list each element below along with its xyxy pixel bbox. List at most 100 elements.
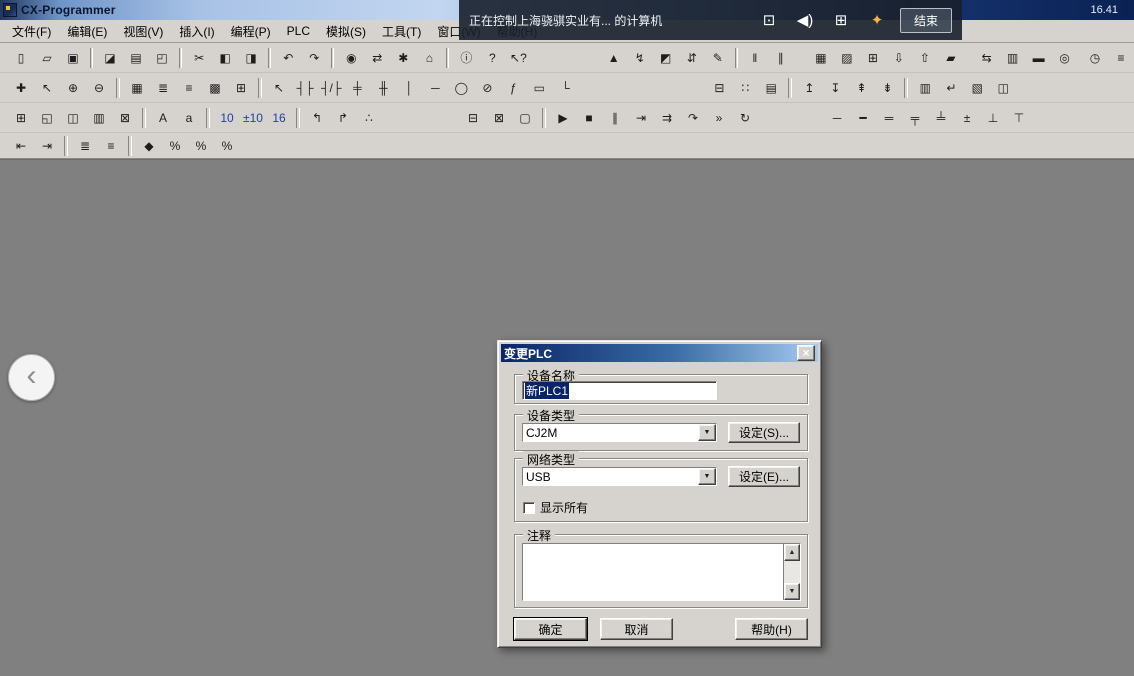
scroll-down-icon[interactable]: ▼ bbox=[784, 583, 800, 600]
undo-icon[interactable]: ↶ bbox=[276, 48, 300, 68]
cross-reference-icon[interactable]: ⇆ bbox=[975, 48, 999, 68]
zoom-in-icon[interactable]: ⊕ bbox=[61, 78, 85, 98]
help-topics-icon[interactable]: ? bbox=[480, 48, 504, 68]
new-coil-icon[interactable]: ◯ bbox=[449, 78, 473, 98]
outdent-rung-icon[interactable]: ⇤ bbox=[9, 136, 33, 156]
copy-icon[interactable]: ◧ bbox=[213, 48, 237, 68]
rung-top-icon[interactable]: ╤ bbox=[903, 108, 927, 128]
menu-item-tools[interactable]: 工具(T) bbox=[374, 20, 429, 43]
step-over-icon[interactable]: ↷ bbox=[681, 108, 705, 128]
thick-line-icon[interactable]: ━ bbox=[851, 108, 875, 128]
window-float-icon[interactable]: ⊞ bbox=[9, 108, 33, 128]
dialog-close-button[interactable]: × bbox=[797, 345, 815, 361]
new-project-icon[interactable]: ▯ bbox=[9, 48, 33, 68]
font-large-icon[interactable]: A bbox=[151, 108, 175, 128]
pause-icon[interactable]: ‖ bbox=[743, 48, 767, 68]
function-block-icon[interactable]: ▭ bbox=[527, 78, 551, 98]
pause-simulation-icon[interactable]: ∥ bbox=[603, 108, 627, 128]
new-closed-coil-icon[interactable]: ⊘ bbox=[475, 78, 499, 98]
paste-icon[interactable]: ◨ bbox=[239, 48, 263, 68]
thin-line-icon[interactable]: ─ bbox=[825, 108, 849, 128]
menu-item-edit[interactable]: 编辑(E) bbox=[59, 20, 115, 43]
display-hex-icon[interactable]: 16 bbox=[267, 108, 291, 128]
pause-monitor-icon[interactable]: ∥ bbox=[769, 48, 793, 68]
step-run-icon[interactable]: ⇉ bbox=[655, 108, 679, 128]
transfer-from-plc-icon[interactable]: ⇧ bbox=[913, 48, 937, 68]
force-set-icon[interactable]: ↥ bbox=[797, 78, 821, 98]
options-icon[interactable]: ≡ bbox=[1109, 48, 1133, 68]
dialog-title-bar[interactable]: 变更PLC × bbox=[501, 344, 818, 362]
new-closed-or-contact-icon[interactable]: ╫ bbox=[371, 78, 395, 98]
properties-icon[interactable]: ⓘ bbox=[454, 48, 478, 68]
find-symbol-icon[interactable]: ✱ bbox=[391, 48, 415, 68]
ladder-select-icon[interactable]: ↖ bbox=[267, 78, 291, 98]
plus-minus-icon[interactable]: ± bbox=[955, 108, 979, 128]
transfer-to-plc-icon[interactable]: ⇩ bbox=[887, 48, 911, 68]
show-comments-icon[interactable]: ≣ bbox=[151, 78, 175, 98]
plc-memory-icon[interactable]: ▨ bbox=[835, 48, 859, 68]
views-icon[interactable]: ⊠ bbox=[113, 108, 137, 128]
network-type-combobox[interactable]: USB ▼ bbox=[522, 467, 717, 486]
double-line-icon[interactable]: ═ bbox=[877, 108, 901, 128]
mnemonic-view-icon[interactable]: ∷ bbox=[733, 78, 757, 98]
simulator-exit-icon[interactable]: ⊠ bbox=[487, 108, 511, 128]
context-help-icon[interactable]: ↖? bbox=[506, 48, 530, 68]
differential-down-icon[interactable]: ⇟ bbox=[875, 78, 899, 98]
usage-low-icon[interactable]: % bbox=[163, 136, 187, 156]
trace-icon[interactable]: ∴ bbox=[357, 108, 381, 128]
continuous-step-icon[interactable]: » bbox=[707, 108, 731, 128]
force-reset-icon[interactable]: ↧ bbox=[823, 78, 847, 98]
network-type-settings-button[interactable]: 设定(E)... bbox=[728, 466, 800, 487]
new-closed-contact-icon[interactable]: ┤/├ bbox=[319, 78, 343, 98]
ground-icon[interactable]: ⊥ bbox=[981, 108, 1005, 128]
dropdown-arrow-icon[interactable]: ▼ bbox=[698, 424, 716, 441]
new-contact-icon[interactable]: ┤├ bbox=[293, 78, 317, 98]
search-files-icon[interactable]: ◪ bbox=[98, 48, 122, 68]
window-dock-icon[interactable]: ◱ bbox=[35, 108, 59, 128]
new-or-contact-icon[interactable]: ╪ bbox=[345, 78, 369, 98]
display-decimal-icon[interactable]: 10 bbox=[215, 108, 239, 128]
cancel-button[interactable]: 取消 bbox=[600, 618, 673, 640]
menu-item-plc[interactable]: PLC bbox=[279, 21, 318, 41]
usage-medium-icon[interactable]: % bbox=[189, 136, 213, 156]
comment-scrollbar[interactable]: ▲ ▼ bbox=[783, 544, 800, 600]
fullscreen-icon[interactable]: ⊡ bbox=[758, 11, 780, 29]
symbol-bar-icon[interactable]: ⊞ bbox=[229, 78, 253, 98]
simulator-connect-icon[interactable]: ⊟ bbox=[461, 108, 485, 128]
monitor-clock-icon[interactable]: ◷ bbox=[1083, 48, 1107, 68]
simulator-panel-icon[interactable]: ▢ bbox=[513, 108, 537, 128]
window-tile-icon[interactable]: ▥ bbox=[87, 108, 111, 128]
rung-bottom-icon[interactable]: ╧ bbox=[929, 108, 953, 128]
show-line-comments-icon[interactable]: ≡ bbox=[99, 136, 123, 156]
run-icon[interactable]: ▶ bbox=[551, 108, 575, 128]
end-session-button[interactable]: 结束 bbox=[900, 8, 952, 33]
stop-icon[interactable]: ■ bbox=[577, 108, 601, 128]
cut-icon[interactable]: ✂ bbox=[187, 48, 211, 68]
rung-wrap-icon[interactable]: ↵ bbox=[939, 78, 963, 98]
menu-item-simulation[interactable]: 模拟(S) bbox=[318, 20, 374, 43]
help-button[interactable]: 帮助(H) bbox=[735, 618, 808, 640]
usage-high-icon[interactable]: % bbox=[215, 136, 239, 156]
font-small-icon[interactable]: a bbox=[177, 108, 201, 128]
menu-item-insert[interactable]: 插入(I) bbox=[171, 20, 222, 43]
new-vertical-icon[interactable]: │ bbox=[397, 78, 421, 98]
plc-settings-icon[interactable]: ⊞ bbox=[861, 48, 885, 68]
io-comment-view-icon[interactable]: ▥ bbox=[913, 78, 937, 98]
watch-icon[interactable]: ◫ bbox=[991, 78, 1015, 98]
find-icon[interactable]: ◉ bbox=[339, 48, 363, 68]
online-edit-icon[interactable]: ✎ bbox=[706, 48, 730, 68]
output-window-icon[interactable]: ▬ bbox=[1027, 48, 1051, 68]
work-online-icon[interactable]: ↯ bbox=[628, 48, 652, 68]
window-cascade-icon[interactable]: ◫ bbox=[61, 108, 85, 128]
address-reference-icon[interactable]: ◎ bbox=[1053, 48, 1077, 68]
speaker-icon[interactable]: ◀) bbox=[794, 11, 816, 29]
device-type-combobox[interactable]: CJ2M ▼ bbox=[522, 423, 717, 442]
io-table-icon[interactable]: ▦ bbox=[809, 48, 833, 68]
watch-window-icon[interactable]: ▥ bbox=[1001, 48, 1025, 68]
toggle-grid-icon[interactable]: ▦ bbox=[125, 78, 149, 98]
device-type-settings-button[interactable]: 设定(S)... bbox=[728, 422, 800, 443]
find-address-icon[interactable]: ⌂ bbox=[417, 48, 441, 68]
menu-item-file[interactable]: 文件(F) bbox=[4, 20, 59, 43]
zoom-out-icon[interactable]: ⊖ bbox=[87, 78, 111, 98]
indent-rung-icon[interactable]: ⇥ bbox=[35, 136, 59, 156]
